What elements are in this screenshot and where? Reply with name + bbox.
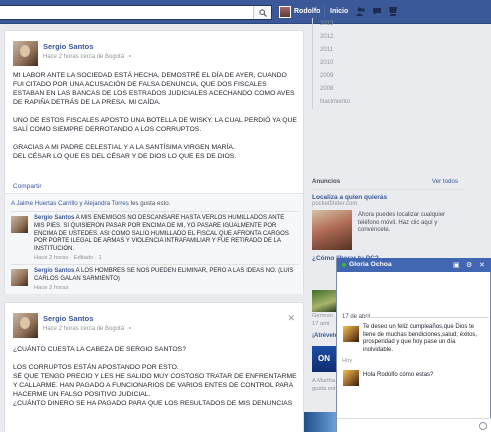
notifications-icon[interactable] <box>388 7 398 16</box>
emoji-icon[interactable] <box>479 422 487 430</box>
year-link[interactable]: 2008 <box>312 83 382 96</box>
commenter-avatar[interactable] <box>11 269 28 286</box>
ad-url[interactable]: pocketfinder.com <box>312 201 464 207</box>
top-bar: Rodolfo Inicio <box>0 0 491 24</box>
post-card: Sergio Santos Hace 2 horas cerca de Bogo… <box>4 30 304 294</box>
divider <box>365 317 489 318</box>
promo-logo[interactable]: ON <box>312 346 336 372</box>
see-all-ads-link[interactable]: Ver todos <box>432 178 458 185</box>
year-link[interactable]: 2010 <box>312 57 382 70</box>
post-timestamp[interactable]: Hace 2 horas cerca de Bogotá <box>43 54 124 60</box>
ad-text-fragment: German <box>312 313 333 319</box>
post-timestamp[interactable]: Hace 2 horas cerca de Bogotá <box>43 326 124 332</box>
friend-requests-icon[interactable] <box>356 7 366 16</box>
likers-names[interactable]: A Jaime Huertas Carrillo y Alejandra Tor… <box>11 200 129 207</box>
profile-link[interactable]: Rodolfo <box>294 8 320 15</box>
year-link[interactable]: 2013 <box>312 18 382 31</box>
globe-icon: ⚬ <box>125 54 133 60</box>
comment-text: Sergio Santos A LOS HOMBRES SE NOS PUEDE… <box>34 268 296 284</box>
ad-content[interactable]: Ahora puedes localizar cualquier teléfon… <box>312 210 464 250</box>
post-card: Sergio Santos Hace 2 horas cerca de Bogo… <box>4 302 304 432</box>
author-avatar[interactable] <box>13 41 38 66</box>
comment-meta[interactable]: Hace 2 horas <box>34 285 68 291</box>
contact-avatar[interactable] <box>343 326 359 342</box>
comment: Sergio Santos A LOS HOMBRES SE NOS PUEDE… <box>11 264 299 294</box>
top-icon-group <box>356 7 398 16</box>
contact-avatar[interactable] <box>343 370 359 386</box>
ad-body[interactable]: Ahora puedes localizar cualquier teléfon… <box>358 212 458 235</box>
ad-title[interactable]: ¡Atrévete <box>312 333 338 339</box>
ads-header: Anuncios Ver todos <box>312 178 464 190</box>
post-meta: Hace 2 horas cerca de Bogotá ⚬ <box>43 53 132 60</box>
ad-text-fragment: A Martha <box>312 378 336 384</box>
year-link[interactable]: 2011 <box>312 44 382 57</box>
post-paragraph: GRACIAS A MI PADRE CELESTIAL Y A LA SANT… <box>13 144 237 160</box>
post-paragraph: LOS CORRUPTOS ESTÁN APOSTANDO POR ESTO. … <box>13 364 297 407</box>
chat-window: Gloria Ochoa ▣ ⚙ ✕ 17 de abril Te deseo … <box>336 258 491 432</box>
search-input[interactable] <box>0 6 250 19</box>
comment-meta[interactable]: Hace 2 horas · Editado · 1 <box>34 255 102 261</box>
comment-text: Sergio Santos A MIS ENEMIGOS NO DESCANSA… <box>34 215 296 254</box>
post-paragraph: UNO DE ESTOS FISCALES APOSTO UNA BOTELLA… <box>13 117 297 133</box>
divider <box>324 6 325 18</box>
close-icon[interactable]: ✕ <box>287 313 295 324</box>
post-meta: Hace 2 horas cerca de Bogotá ⚬ <box>43 325 132 332</box>
year-link[interactable]: Nacimiento <box>312 96 382 109</box>
home-link[interactable]: Inicio <box>330 8 348 15</box>
ad-text-fragment: gusta est <box>312 386 336 392</box>
author-avatar[interactable] <box>13 313 38 338</box>
comment: Sergio Santos A MIS ENEMIGOS NO DESCANSA… <box>11 211 299 264</box>
ads-title: Anuncios <box>312 178 341 185</box>
likes-suffix: les gusta esto. <box>128 200 171 207</box>
chat-input[interactable] <box>337 419 472 431</box>
year-link[interactable]: 2009 <box>312 70 382 83</box>
post-author[interactable]: Sergio Santos <box>43 42 93 51</box>
post-paragraph: ¿CUÁNTO CUESTA LA CABEZA DE SERGIO SANTO… <box>13 346 186 353</box>
ad-text-fragment: 17 ami <box>312 321 330 327</box>
online-status-icon <box>342 263 346 267</box>
post-body: MI LABOR ANTE LA SOCIEDAD ESTÁ HECHA, DE… <box>13 71 297 170</box>
chat-contact-name[interactable]: Gloria Ochoa <box>349 261 392 268</box>
ad-title[interactable]: Localiza a quien quierás <box>312 194 464 201</box>
messages-icon[interactable] <box>372 7 382 16</box>
chat-message: Hola Rodolfo cómo estas? <box>363 372 434 378</box>
chat-message: Te deseo un feliz cumpleaños,que Dios te… <box>363 324 478 353</box>
likes-summary: A Jaime Huertas Carrillo y Alejandra Tor… <box>11 200 170 207</box>
user-avatar[interactable] <box>279 6 291 18</box>
feedback-area: A Jaime Huertas Carrillo y Alejandra Tor… <box>5 193 303 294</box>
post-author[interactable]: Sergio Santos <box>43 314 93 323</box>
chat-input-area[interactable] <box>337 418 491 432</box>
close-icon[interactable]: ✕ <box>479 261 485 269</box>
desktop-background <box>304 412 336 432</box>
chat-header[interactable]: Gloria Ochoa ▣ ⚙ ✕ <box>337 258 491 272</box>
commenter-name[interactable]: Sergio Santos <box>34 215 74 221</box>
gear-icon[interactable]: ⚙ <box>466 261 472 269</box>
commenter-avatar[interactable] <box>11 216 28 233</box>
timeline-year-nav: 2013 2012 2011 2010 2009 2008 Nacimiento <box>312 18 382 109</box>
share-link[interactable]: Compartir <box>13 183 42 190</box>
ad-image[interactable] <box>312 290 336 312</box>
commenter-name[interactable]: Sergio Santos <box>34 268 74 274</box>
year-link[interactable]: 2012 <box>312 31 382 44</box>
ad-image[interactable] <box>312 210 352 250</box>
search-icon <box>259 9 267 17</box>
chat-today-label: Hoy <box>342 358 353 364</box>
search-box[interactable] <box>0 5 272 20</box>
video-call-icon[interactable]: ▣ <box>453 261 460 269</box>
globe-icon: ⚬ <box>125 326 133 332</box>
search-button[interactable] <box>253 6 271 19</box>
ads-panel: Anuncios Ver todos Localiza a quien quie… <box>312 178 464 262</box>
post-body: ¿CUÁNTO CUESTA LA CABEZA DE SERGIO SANTO… <box>13 345 297 417</box>
post-paragraph: MI LABOR ANTE LA SOCIEDAD ESTÁ HECHA, DE… <box>13 72 295 106</box>
